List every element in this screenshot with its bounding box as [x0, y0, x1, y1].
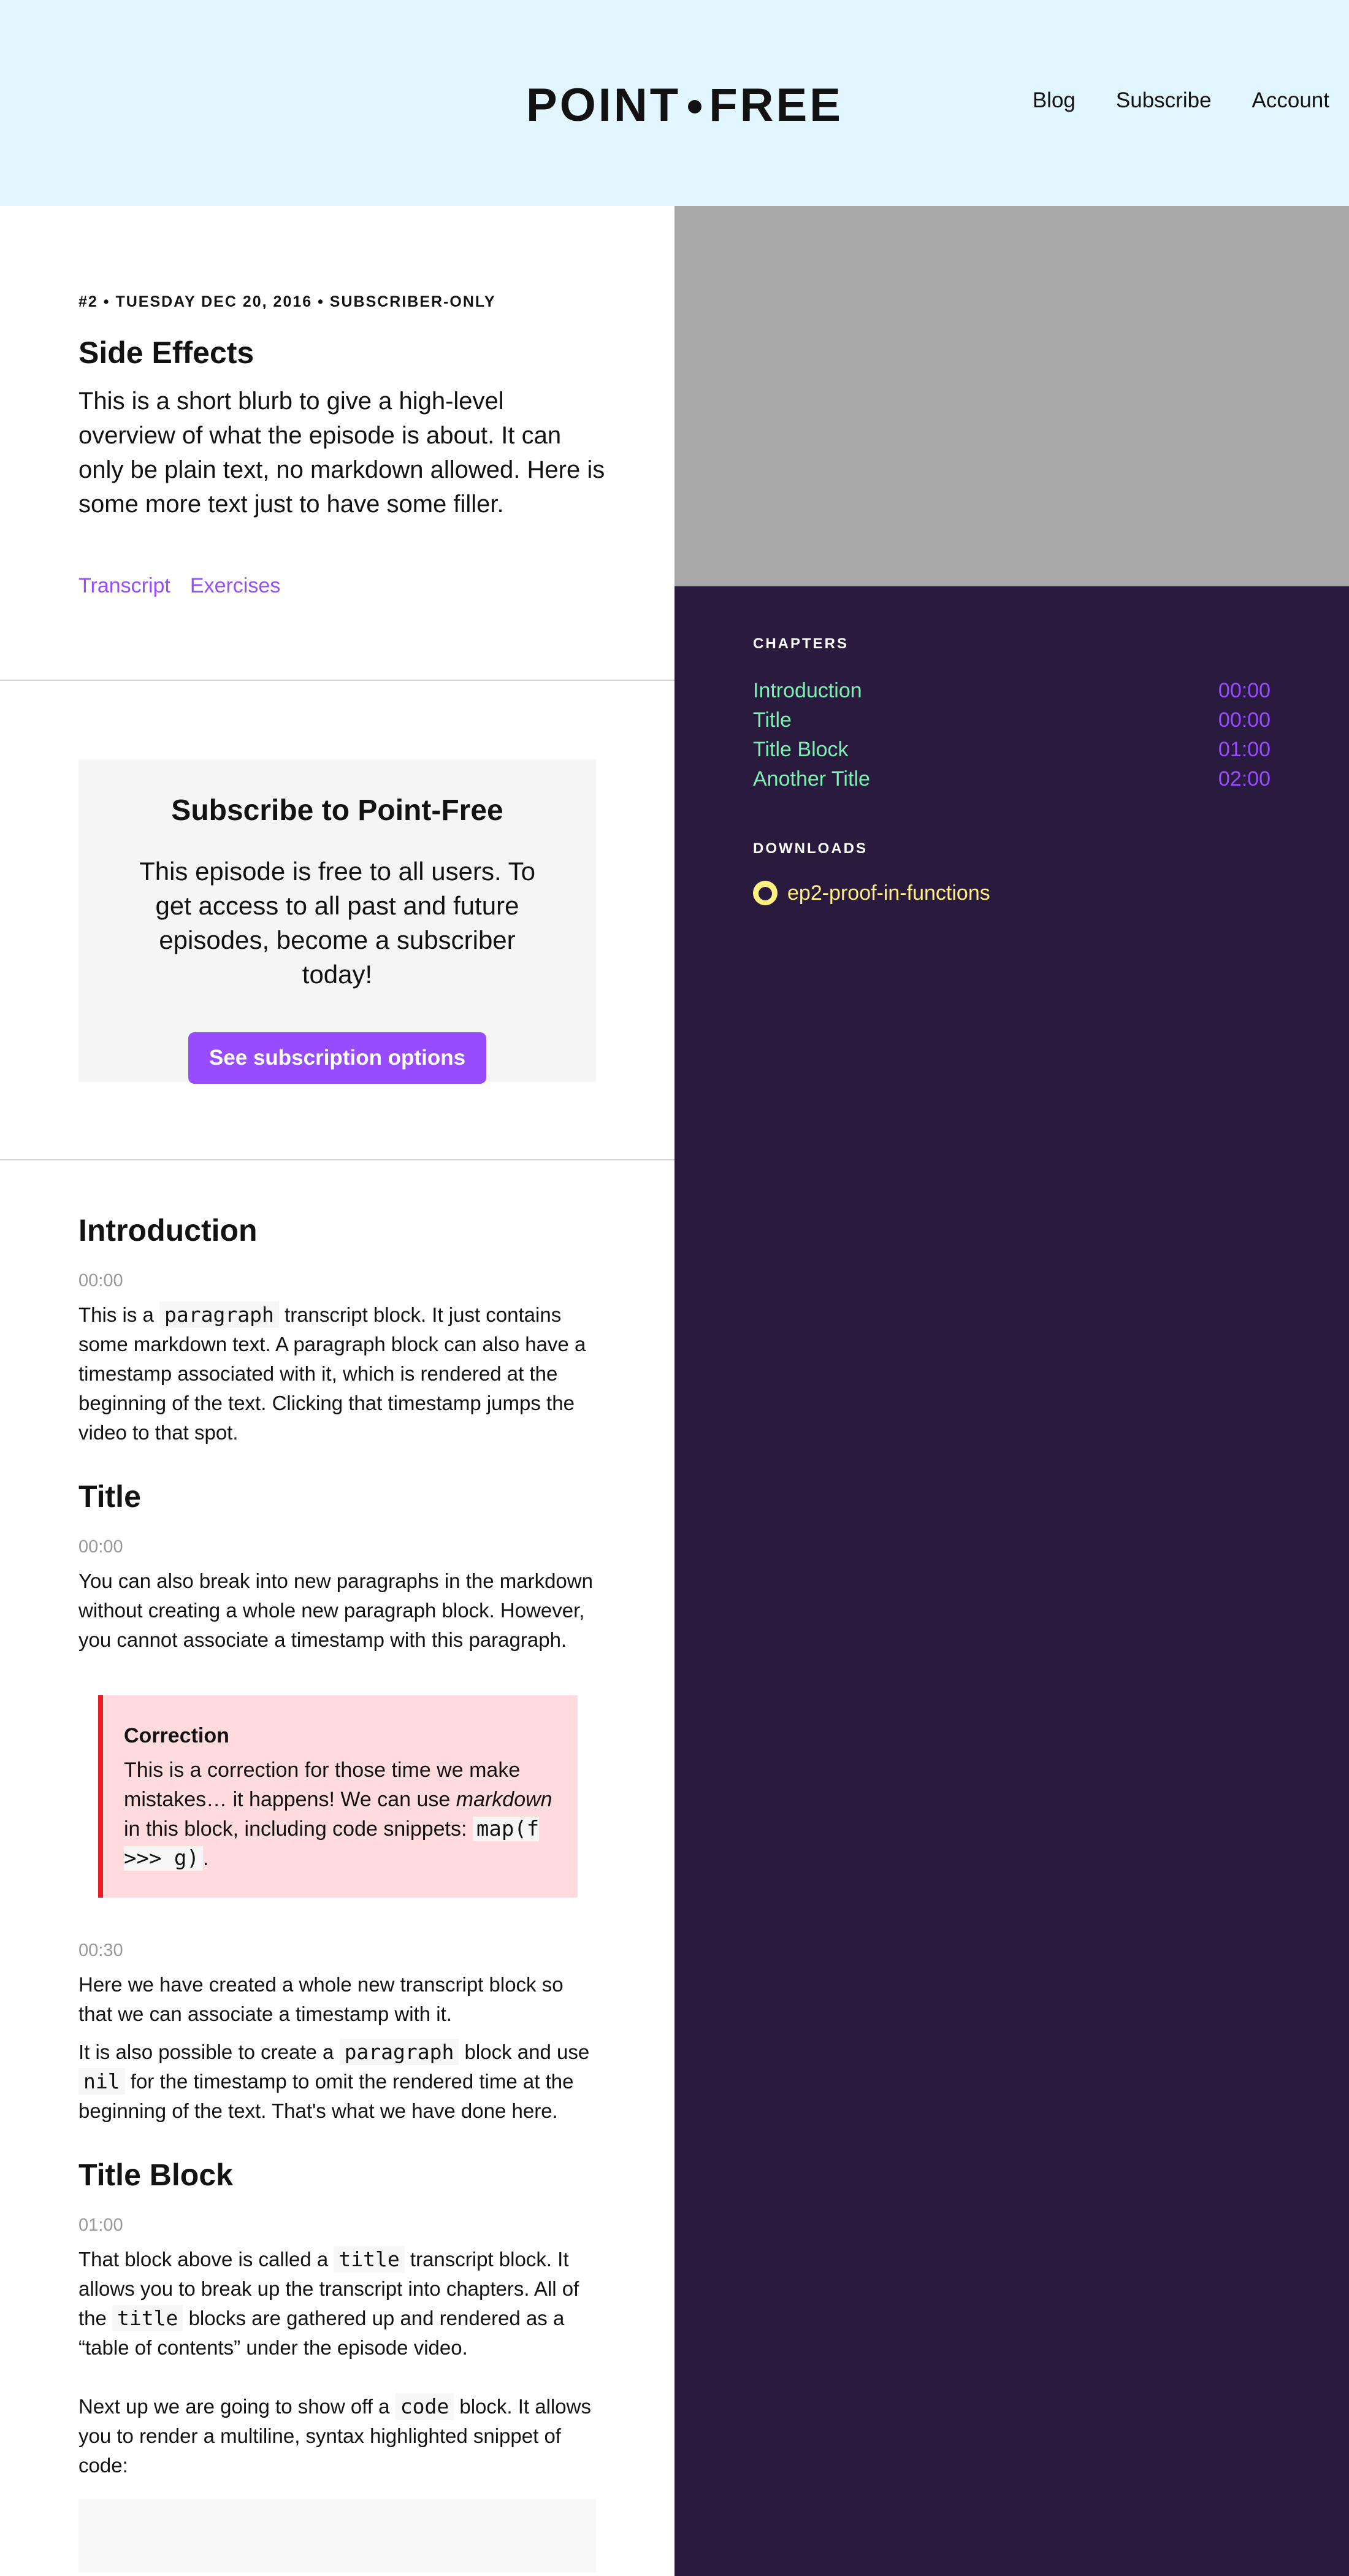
main-nav: Blog Subscribe Account: [1033, 88, 1329, 113]
transcript-link[interactable]: Transcript: [78, 574, 170, 598]
transcript-paragraph: You can also break into new paragraphs i…: [78, 1570, 593, 1651]
episode-title: Side Effects: [78, 335, 254, 370]
inline-code: paragraph: [159, 1301, 279, 1328]
timestamp-link[interactable]: 01:00: [78, 2213, 596, 2237]
episode-links: Transcript Exercises: [78, 574, 280, 598]
chapter-name: Title: [753, 708, 792, 732]
transcript-title-introduction: Introduction: [78, 1213, 258, 1248]
point-free-logo[interactable]: POINT FREE: [526, 79, 843, 132]
inline-code: title: [334, 2246, 405, 2272]
chapter-time: 00:00: [1218, 708, 1271, 732]
chapter-name: Title Block: [753, 738, 849, 761]
episode-sidebar: CHAPTERS Introduction 00:00 Title 00:00 …: [674, 586, 1349, 2576]
paragraph-text: transcript block. It just contains some …: [78, 1303, 586, 1444]
transcript-title-title-block: Title Block: [78, 2158, 233, 2192]
nav-subscribe-link[interactable]: Subscribe: [1116, 88, 1212, 113]
download-label: ep2-proof-in-functions: [787, 881, 990, 905]
chapter-name: Introduction: [753, 679, 862, 702]
chapter-time: 02:00: [1218, 767, 1271, 791]
site-header: POINT FREE Blog Subscribe Account: [0, 0, 1349, 206]
chapter-item[interactable]: Title 00:00: [753, 705, 1271, 735]
chapter-time: 01:00: [1218, 738, 1271, 761]
see-subscription-options-button[interactable]: See subscription options: [188, 1032, 487, 1084]
chapter-item[interactable]: Title Block 01:00: [753, 735, 1271, 764]
correction-title: Correction: [124, 1724, 229, 1747]
episode-blurb: This is a short blurb to give a high-lev…: [78, 388, 605, 518]
paragraph-text: This is a: [78, 1303, 154, 1326]
transcript-paragraph: Next up we are going to show off a code …: [78, 2392, 596, 2480]
chapter-time: 00:00: [1218, 679, 1271, 702]
correction-emphasis: markdown: [456, 1788, 552, 1811]
video-player[interactable]: [674, 206, 1349, 586]
divider: [0, 680, 674, 681]
chapter-item[interactable]: Another Title 02:00: [753, 764, 1271, 794]
inline-code: paragraph: [339, 2039, 459, 2065]
paragraph-text: That block above is called a: [78, 2248, 329, 2271]
download-link[interactable]: ep2-proof-in-functions: [753, 881, 990, 905]
paragraph-text: It is also possible to create a: [78, 2041, 334, 2063]
paragraph-text: for the timestamp to omit the rendered t…: [78, 2070, 574, 2122]
correction-body: This is a correction for those time we m…: [124, 1755, 556, 1873]
chapters-heading: CHAPTERS: [753, 635, 849, 652]
transcript-title-title: Title: [78, 1479, 141, 1514]
paragraph-text: block and use: [464, 2041, 590, 2063]
chapter-item[interactable]: Introduction 00:00: [753, 676, 1271, 705]
timestamp-link[interactable]: 00:30: [78, 1938, 596, 1963]
logo-text-right: FREE: [709, 79, 843, 131]
chapter-name: Another Title: [753, 767, 870, 791]
transcript-paragraph: That block above is called a title trans…: [78, 2245, 596, 2363]
correction-text: in this block, including code snippets:: [124, 1817, 467, 1841]
inline-code: code: [395, 2393, 454, 2420]
logo-dot-icon: [688, 99, 702, 113]
nav-blog-link[interactable]: Blog: [1033, 88, 1076, 113]
github-icon: [753, 881, 778, 905]
inline-code: nil: [78, 2068, 125, 2095]
logo-text-left: POINT: [526, 79, 681, 131]
transcript-paragraph: It is also possible to create a paragrap…: [78, 2037, 596, 2126]
inline-code: title: [112, 2305, 183, 2331]
chapters-list: Introduction 00:00 Title 00:00 Title Blo…: [753, 676, 1271, 794]
transcript-paragraph: This is a paragraph transcript block. It…: [78, 1300, 596, 1447]
timestamp-link[interactable]: 00:00: [78, 1268, 596, 1293]
downloads-heading: DOWNLOADS: [753, 840, 868, 857]
timestamp-link[interactable]: 00:00: [78, 1535, 596, 1559]
nav-account-link[interactable]: Account: [1252, 88, 1329, 113]
transcript-paragraph: Here we have created a whole new transcr…: [78, 1973, 564, 2025]
correction-text: .: [202, 1847, 209, 1870]
transcript: Introduction 00:00 This is a paragraph t…: [78, 1212, 596, 2572]
divider: [0, 1159, 674, 1160]
exercises-link[interactable]: Exercises: [190, 574, 280, 598]
subscribe-title: Subscribe to Point-Free: [171, 794, 503, 827]
correction-block: Correction This is a correction for thos…: [98, 1695, 578, 1898]
paragraph-text: Next up we are going to show off a: [78, 2395, 390, 2418]
subscribe-text: This episode is free to all users. To ge…: [139, 857, 535, 989]
code-block: [78, 2499, 596, 2572]
episode-meta: #2 • TUESDAY DEC 20, 2016 • SUBSCRIBER-O…: [78, 293, 496, 310]
subscribe-callout: Subscribe to Point-Free This episode is …: [78, 759, 596, 1084]
